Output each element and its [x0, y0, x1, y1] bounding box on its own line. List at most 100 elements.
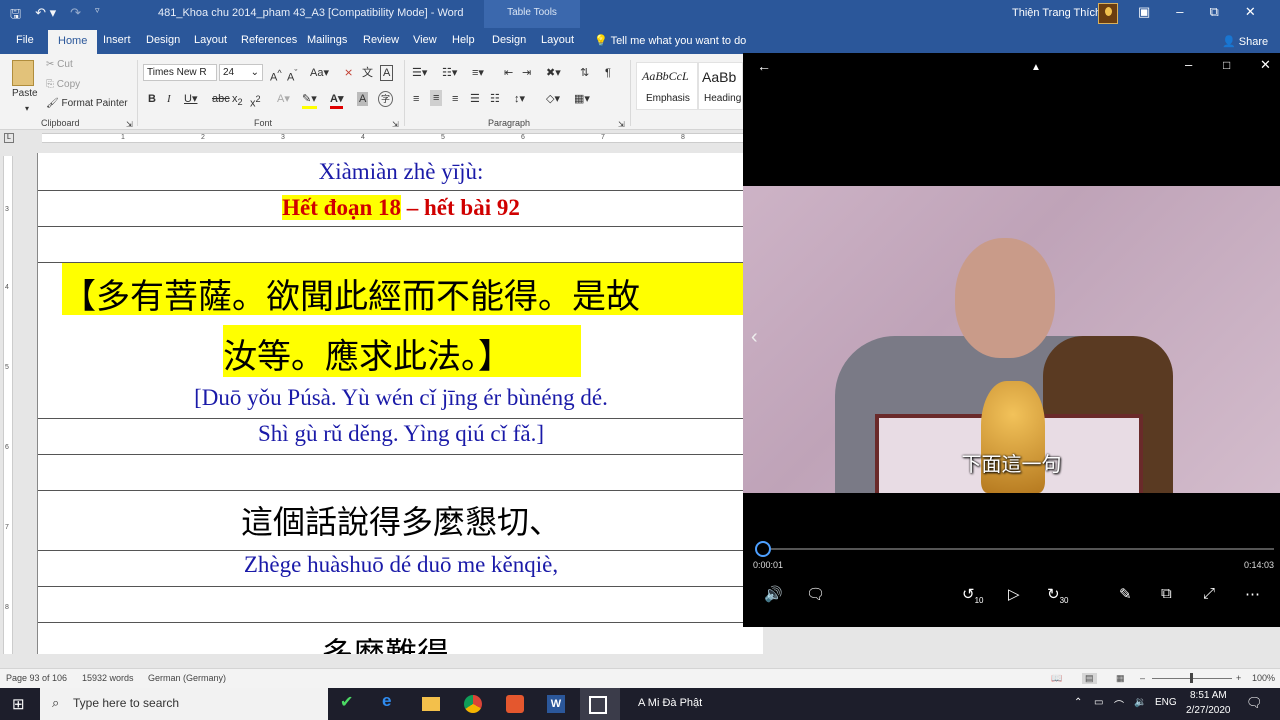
- zoom-slider-thumb[interactable]: [1190, 673, 1193, 683]
- paste-icon[interactable]: [12, 60, 34, 86]
- minimize-icon[interactable]: –: [1185, 57, 1192, 72]
- skip-forward-icon[interactable]: ↻30: [1047, 585, 1068, 605]
- more-options-icon[interactable]: ⋯: [1245, 585, 1260, 603]
- tab-home[interactable]: Home: [48, 30, 98, 54]
- zoom-in-icon[interactable]: +: [1236, 673, 1241, 683]
- increase-indent-icon[interactable]: ⇥: [522, 66, 531, 80]
- shading-icon[interactable]: ◇▾: [546, 92, 560, 106]
- font-color-icon[interactable]: A▾: [330, 92, 344, 109]
- font-size-box[interactable]: 24 ⌄: [219, 64, 263, 81]
- volume-icon[interactable]: 🔊: [764, 585, 783, 603]
- format-painter-button[interactable]: 🖌 Format Painter: [46, 98, 128, 109]
- media-player-window[interactable]: ← ▲ – □ ✕ ‹ 下面這一句 0:00:01 0:14:03 🔊 🗨 ↺1…: [743, 53, 1280, 627]
- close-icon[interactable]: ✕: [1245, 4, 1256, 20]
- change-case-icon[interactable]: Aa▾: [310, 66, 329, 80]
- horizontal-ruler[interactable]: L 1 2 3 4 5 6 7 8: [0, 130, 743, 146]
- zoom-out-icon[interactable]: –: [1140, 673, 1145, 683]
- word-count[interactable]: 15932 words: [82, 673, 134, 683]
- font-name-box[interactable]: Times New R: [143, 64, 217, 81]
- clock-date[interactable]: 2/27/2020: [1186, 705, 1231, 716]
- word-app-icon[interactable]: W: [547, 695, 565, 713]
- justify-icon[interactable]: ☰: [470, 92, 480, 106]
- tab-file[interactable]: File: [16, 34, 34, 46]
- file-explorer-icon[interactable]: [422, 697, 440, 711]
- notifications-icon[interactable]: 🗨: [1246, 695, 1263, 711]
- customize-qat-icon[interactable]: ▿: [95, 5, 100, 27]
- tab-design[interactable]: Design: [146, 34, 180, 46]
- red-app-icon[interactable]: [506, 695, 524, 713]
- borders-icon[interactable]: ▦▾: [574, 92, 590, 106]
- strikethrough-icon[interactable]: abc: [212, 92, 230, 106]
- checkmark-app-icon[interactable]: ✔: [340, 692, 358, 711]
- taskbar-search[interactable]: ⌕ Type here to search: [40, 688, 328, 720]
- edge-browser-icon[interactable]: e: [382, 691, 400, 710]
- print-layout-icon[interactable]: ▤: [1082, 673, 1097, 684]
- active-window-label[interactable]: A Mi Đà Phật: [638, 697, 702, 709]
- input-language[interactable]: ENG: [1155, 697, 1177, 708]
- text-effects-icon[interactable]: A▾: [277, 92, 290, 106]
- shrink-font-icon[interactable]: Aˇ: [287, 66, 297, 85]
- tell-me-search[interactable]: 💡 Tell me what you want to do: [594, 34, 746, 47]
- share-button[interactable]: 👤 Share: [1222, 35, 1268, 48]
- ribbon-display-icon[interactable]: ▣: [1138, 4, 1150, 20]
- superscript-icon[interactable]: x2: [250, 92, 261, 111]
- tab-view[interactable]: View: [413, 34, 437, 46]
- captions-icon[interactable]: 🗨: [806, 585, 825, 603]
- tab-selector-icon[interactable]: L: [4, 133, 14, 143]
- clock-time[interactable]: 8:51 AM: [1190, 690, 1227, 701]
- seek-bar[interactable]: [762, 548, 1274, 550]
- volume-icon[interactable]: 🔉: [1134, 697, 1146, 708]
- restore-icon[interactable]: ⧉: [1210, 4, 1219, 20]
- minimize-icon[interactable]: –: [1176, 4, 1183, 20]
- video-frame[interactable]: ‹ 下面這一句: [743, 186, 1280, 493]
- mini-view-icon[interactable]: ⧉: [1161, 585, 1172, 602]
- document-page[interactable]: Xiàmiàn zhè yījù: Hết đoạn 18 – hết bài …: [37, 153, 763, 654]
- web-layout-icon[interactable]: ▦: [1116, 673, 1125, 684]
- vertical-ruler[interactable]: 3 4 5 6 7 8: [0, 146, 16, 654]
- style-heading[interactable]: AaBb Heading: [698, 62, 743, 110]
- wifi-icon[interactable]: ⌒: [1114, 697, 1124, 712]
- avatar[interactable]: [1098, 3, 1118, 24]
- language-indicator[interactable]: German (Germany): [148, 673, 226, 683]
- line-spacing-icon[interactable]: ↕▾: [514, 92, 525, 106]
- align-center-icon[interactable]: ≡: [430, 90, 443, 106]
- distributed-icon[interactable]: ☷: [490, 92, 500, 106]
- numbering-icon[interactable]: ☷▾: [442, 66, 457, 80]
- tab-review[interactable]: Review: [363, 34, 399, 46]
- tab-references[interactable]: References: [241, 34, 297, 46]
- clear-formatting-icon[interactable]: ⨯: [344, 66, 353, 80]
- save-icon[interactable]: 🖫: [10, 5, 21, 27]
- user-name[interactable]: Thiện Trang Thích: [1012, 7, 1101, 19]
- windows-start-icon[interactable]: ⊞: [12, 695, 25, 713]
- zoom-level[interactable]: 100%: [1252, 673, 1275, 683]
- previous-chevron-icon[interactable]: ‹: [751, 326, 758, 349]
- multilevel-list-icon[interactable]: ≡▾: [472, 66, 484, 80]
- copy-button[interactable]: ⎘ Copy: [46, 79, 80, 90]
- underline-icon[interactable]: U▾: [184, 92, 197, 106]
- style-emphasis[interactable]: AaBbCcL Emphasis: [636, 62, 698, 110]
- back-arrow-icon[interactable]: ←: [757, 58, 771, 74]
- highlight-color-icon[interactable]: ✎▾: [302, 92, 317, 109]
- skip-back-icon[interactable]: ↺10: [962, 585, 983, 605]
- align-right-icon[interactable]: ≡: [452, 92, 458, 106]
- grow-font-icon[interactable]: A^: [270, 66, 282, 85]
- character-border-icon[interactable]: A: [380, 65, 394, 81]
- bullets-icon[interactable]: ☰▾: [412, 66, 427, 80]
- show-marks-icon[interactable]: ¶: [605, 66, 611, 80]
- tab-help[interactable]: Help: [452, 34, 475, 46]
- asian-layout-icon[interactable]: ✖▾: [546, 66, 561, 80]
- play-icon[interactable]: ▷: [1008, 585, 1020, 603]
- read-mode-icon[interactable]: 📖: [1051, 673, 1062, 684]
- page-count[interactable]: Page 93 of 106: [6, 673, 67, 683]
- cut-button[interactable]: ✂ Cut: [46, 59, 73, 70]
- phonetic-guide-icon[interactable]: 文: [362, 66, 373, 80]
- close-icon[interactable]: ✕: [1260, 57, 1271, 73]
- tab-table-design[interactable]: Design: [492, 34, 526, 46]
- seek-thumb[interactable]: [754, 541, 771, 557]
- tab-insert[interactable]: Insert: [103, 34, 131, 46]
- enclose-characters-icon[interactable]: 字: [378, 91, 394, 107]
- sort-icon[interactable]: ⇅: [580, 66, 589, 80]
- chevron-up-icon[interactable]: ⌃: [1074, 697, 1082, 708]
- chrome-icon[interactable]: [464, 695, 482, 713]
- tab-layout[interactable]: Layout: [194, 34, 227, 46]
